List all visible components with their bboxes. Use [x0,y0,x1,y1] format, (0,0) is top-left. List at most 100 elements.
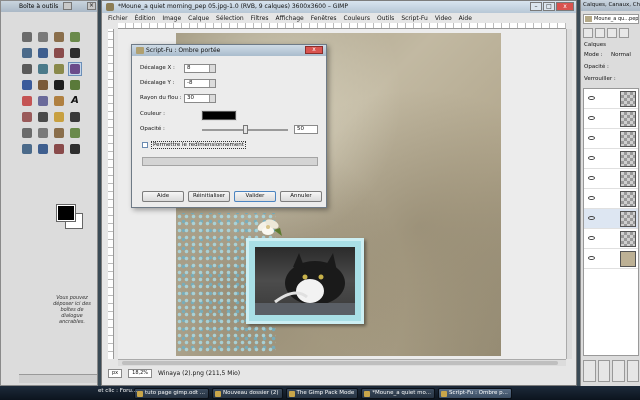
layer-row[interactable] [584,189,638,209]
taskbar-item[interactable]: Nouveau dossier (2) [212,387,283,399]
blur-radius-input[interactable]: 30 [184,94,216,103]
dialog-close-button[interactable]: x [305,46,323,54]
bucket-fill-tool-icon[interactable] [20,110,34,124]
offset-x-input[interactable]: 8 [184,64,216,73]
delete-layer-button[interactable] [626,360,639,382]
layer-row[interactable] [584,129,638,149]
foreground-select-tool-icon[interactable] [52,46,66,60]
raise-layer-button[interactable] [597,360,610,382]
allow-resize-label[interactable]: Permettre le redimensionnement [151,141,246,149]
eye-icon[interactable] [588,236,595,240]
menu-aide[interactable]: Aide [459,15,472,22]
ok-button[interactable]: Valider [234,191,276,202]
layer-row[interactable] [584,109,638,129]
color-picker-tool-icon[interactable] [20,62,34,76]
taskbar-item[interactable]: The Gimp Pack Mode [285,387,359,399]
layer-row[interactable] [584,249,638,269]
cancel-button[interactable]: Annuler [280,191,322,202]
eye-icon[interactable] [588,196,595,200]
vertical-scrollbar[interactable] [566,29,572,359]
allow-resize-checkbox-box[interactable] [142,142,148,148]
paintbrush-tool-icon[interactable] [68,110,82,124]
foreground-color-swatch[interactable] [56,204,76,222]
fuzzy-select-tool-icon[interactable] [68,30,82,44]
tab-paths[interactable] [607,28,617,38]
taskbar-item[interactable]: Script-Fu : Ombre p... [438,387,512,399]
eye-icon[interactable] [588,256,595,260]
menu-outils[interactable]: Outils [377,15,394,22]
crop-tool-icon[interactable] [36,78,50,92]
perspective-tool-icon[interactable] [36,94,50,108]
clone-tool-icon[interactable] [68,126,82,140]
taskbar-first-item[interactable]: et clic : Foru... [98,388,137,394]
tab-layers[interactable] [583,28,593,38]
eye-icon[interactable] [588,136,595,140]
paths-tool-icon[interactable] [68,46,82,60]
zoom-select[interactable]: 18,2% [128,368,153,378]
text-tool-icon[interactable]: A [68,94,82,108]
eye-icon[interactable] [588,96,595,100]
dock-image-select[interactable]: Moune_a qu...pep 05 [583,14,639,24]
menu-couleurs[interactable]: Couleurs [344,15,370,22]
blur-tool-icon[interactable] [52,142,66,156]
eraser-tool-icon[interactable] [20,126,34,140]
menu-fichier[interactable]: Fichier [108,15,128,22]
eye-icon[interactable] [588,116,595,120]
scale-tool-icon[interactable] [68,78,82,92]
menu-video[interactable]: Video [435,15,452,22]
menu-selection[interactable]: Sélection [216,15,244,22]
rect-select-tool-icon[interactable] [20,30,34,44]
move-tool-icon[interactable] [68,62,82,76]
layer-row[interactable] [584,149,638,169]
layer-row[interactable] [584,169,638,189]
shear-tool-icon[interactable] [20,94,34,108]
unit-select[interactable]: px [108,368,123,378]
minimize-button[interactable]: – [530,2,542,11]
help-button[interactable]: Aide [142,191,184,202]
menu-affichage[interactable]: Affichage [276,15,304,22]
tab-channels[interactable] [595,28,605,38]
vertical-ruler[interactable] [108,29,114,359]
reset-button[interactable]: Réinitialiser [188,191,230,202]
heal-tool-icon[interactable] [20,142,34,156]
horizontal-scroll-thumb[interactable] [122,361,558,365]
free-select-tool-icon[interactable] [52,30,66,44]
pencil-tool-icon[interactable] [52,110,66,124]
allow-resize-checkbox[interactable]: Permettre le redimensionnement [142,141,246,149]
horizontal-scrollbar[interactable] [118,359,566,366]
menu-edition[interactable]: Édition [135,15,156,22]
eye-icon[interactable] [588,176,595,180]
align-tool-icon[interactable] [20,78,34,92]
ink-tool-icon[interactable] [52,126,66,140]
measure-tool-icon[interactable] [52,62,66,76]
scissors-tool-icon[interactable] [36,46,50,60]
menu-script-fu[interactable]: Script-Fu [401,15,428,22]
rotate-tool-icon[interactable] [52,78,66,92]
shadow-color-button[interactable] [201,110,237,121]
smudge-tool-icon[interactable] [68,142,82,156]
close-button[interactable]: x [556,2,574,11]
toolbox-menu-icon[interactable] [63,2,72,10]
zoom-tool-icon[interactable] [36,62,50,76]
menu-image[interactable]: Image [162,15,181,22]
lower-layer-button[interactable] [612,360,625,382]
menu-filtres[interactable]: Filtres [251,15,269,22]
airbrush-tool-icon[interactable] [36,126,50,140]
menu-calque[interactable]: Calque [188,15,209,22]
select-by-color-tool-icon[interactable] [20,46,34,60]
layer-row[interactable] [584,229,638,249]
layer-row[interactable] [584,209,638,229]
toolbox-close-button[interactable]: × [87,2,96,10]
taskbar-item[interactable]: tuto page gimp.odt ... [134,387,210,399]
offset-y-input[interactable]: -8 [184,79,216,88]
eye-icon[interactable] [588,156,595,160]
menu-fenetres[interactable]: Fenêtres [311,15,337,22]
flip-tool-icon[interactable] [52,94,66,108]
blend-tool-icon[interactable] [36,110,50,124]
perspective-clone-tool-icon[interactable] [36,142,50,156]
layer-mode-select[interactable]: Normal [611,52,631,58]
opacity-input[interactable]: 50 [294,125,318,134]
tab-undo[interactable] [619,28,629,38]
layer-row[interactable] [584,89,638,109]
eye-icon[interactable] [588,216,595,220]
